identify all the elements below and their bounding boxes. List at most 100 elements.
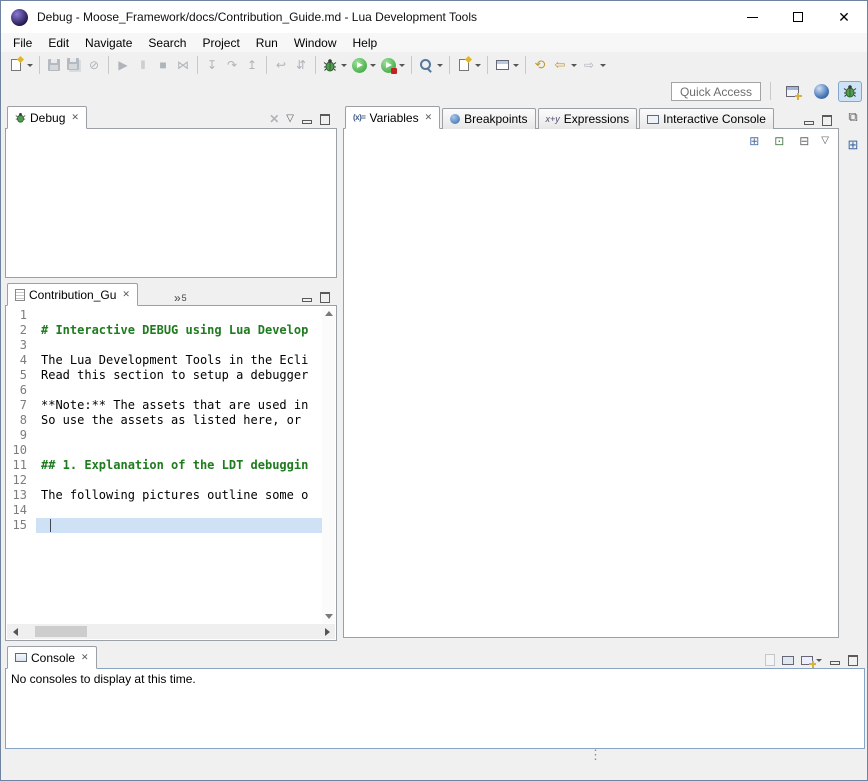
tab-console[interactable]: Console ✕ xyxy=(7,646,97,669)
scrollbar-track[interactable] xyxy=(23,624,319,639)
editor-line[interactable]: 3 xyxy=(6,338,322,353)
scroll-up-icon[interactable] xyxy=(325,311,333,316)
collapse-all-icon[interactable]: ⊟ xyxy=(796,133,812,149)
open-perspective-button[interactable] xyxy=(780,81,804,102)
resume-button[interactable]: ▶ xyxy=(113,54,133,76)
suspend-button[interactable]: ‖ xyxy=(133,54,153,76)
open-console-button[interactable] xyxy=(801,656,822,665)
minimize-view-icon[interactable] xyxy=(829,655,840,666)
drop-to-frame-button[interactable]: ↩ xyxy=(271,54,291,76)
view-menu-icon[interactable]: ▽ xyxy=(821,136,829,146)
menu-help[interactable]: Help xyxy=(345,34,386,52)
sash-handle[interactable]: ⋮ xyxy=(589,750,602,759)
external-tools-button[interactable] xyxy=(378,54,407,76)
use-step-filters-button[interactable]: ⇵ xyxy=(291,54,311,76)
close-icon[interactable]: ✕ xyxy=(122,289,130,300)
disconnect-button[interactable]: ⋈ xyxy=(173,54,193,76)
menu-edit[interactable]: Edit xyxy=(40,34,77,52)
editor-tab-overflow[interactable]: »5 xyxy=(174,293,187,306)
menu-window[interactable]: Window xyxy=(286,34,345,52)
editor-line[interactable]: 14 xyxy=(6,503,322,518)
dropdown-arrow-icon[interactable] xyxy=(437,64,443,67)
minimize-view-icon[interactable] xyxy=(301,114,312,125)
scroll-down-icon[interactable] xyxy=(325,614,333,619)
new-wizard-button[interactable] xyxy=(454,54,483,76)
step-over-button[interactable]: ↷ xyxy=(222,54,242,76)
tab-interactive-console[interactable]: Interactive Console xyxy=(639,108,774,129)
last-edit-location-button[interactable]: ⟲ xyxy=(530,54,550,76)
scrollbar-thumb[interactable] xyxy=(35,626,87,637)
editor-line[interactable]: 5Read this section to setup a debugger xyxy=(6,368,322,383)
clear-console-icon[interactable] xyxy=(765,654,775,666)
dropdown-arrow-icon[interactable] xyxy=(370,64,376,67)
ldt-perspective-button[interactable] xyxy=(809,81,833,102)
maximize-button[interactable] xyxy=(775,1,821,33)
editor-line[interactable]: 11## 1. Explanation of the LDT debuggin xyxy=(6,458,322,473)
tab-contribution-guide[interactable]: Contribution_Gu ✕ xyxy=(7,283,138,306)
maximize-view-icon[interactable] xyxy=(319,114,330,125)
editor-line[interactable]: 6 xyxy=(6,383,322,398)
restore-view-button[interactable]: ⧉ xyxy=(843,107,863,127)
minimize-view-icon[interactable] xyxy=(301,292,312,303)
dropdown-arrow-icon[interactable] xyxy=(600,64,606,67)
search-button[interactable] xyxy=(416,54,445,76)
dropdown-arrow-icon[interactable] xyxy=(513,64,519,67)
menu-search[interactable]: Search xyxy=(140,34,194,52)
debug-perspective-button[interactable] xyxy=(838,81,862,102)
vertical-scrollbar[interactable] xyxy=(322,307,335,623)
step-into-button[interactable]: ↧ xyxy=(202,54,222,76)
close-icon[interactable]: ✕ xyxy=(71,112,79,123)
show-logical-structures-icon[interactable]: ⊞ xyxy=(746,133,762,149)
editor-line[interactable]: 1 xyxy=(6,308,322,323)
dropdown-arrow-icon[interactable] xyxy=(27,64,33,67)
run-button[interactable] xyxy=(349,54,378,76)
horizontal-scrollbar[interactable] xyxy=(7,624,335,639)
editor-text[interactable]: 1 2# Interactive DEBUG using Lua Develop… xyxy=(6,308,322,533)
debug-button[interactable] xyxy=(320,54,349,76)
editor-line-current[interactable]: 15 xyxy=(6,518,322,533)
dropdown-arrow-icon[interactable] xyxy=(399,64,405,67)
tab-variables[interactable]: (x)= Variables ✕ xyxy=(345,106,440,129)
back-button[interactable]: ⇦ xyxy=(550,54,579,76)
console-output[interactable]: No consoles to display at this time. xyxy=(5,668,865,749)
display-console-icon[interactable] xyxy=(782,656,794,665)
save-button[interactable] xyxy=(44,54,64,76)
minimize-view-icon[interactable] xyxy=(803,115,814,126)
close-icon[interactable]: ✕ xyxy=(425,112,433,123)
editor-line[interactable]: 8So use the assets as listed here, or xyxy=(6,413,322,428)
editor-line[interactable]: 2# Interactive DEBUG using Lua Develop xyxy=(6,323,322,338)
tab-breakpoints[interactable]: Breakpoints xyxy=(442,108,535,129)
editor-area[interactable]: 1 2# Interactive DEBUG using Lua Develop… xyxy=(5,305,337,641)
tab-debug[interactable]: Debug ✕ xyxy=(7,106,87,129)
editor-line[interactable]: 9 xyxy=(6,428,322,443)
minimize-button[interactable] xyxy=(729,1,775,33)
forward-button[interactable]: ⇨ xyxy=(579,54,608,76)
maximize-view-icon[interactable] xyxy=(847,655,858,666)
dropdown-arrow-icon[interactable] xyxy=(475,64,481,67)
dropdown-arrow-icon[interactable] xyxy=(816,659,822,662)
new-button[interactable] xyxy=(6,54,35,76)
dropdown-arrow-icon[interactable] xyxy=(341,64,347,67)
view-menu-icon[interactable]: ▽ xyxy=(286,114,294,124)
tab-expressions[interactable]: x+y Expressions xyxy=(538,108,638,129)
remove-all-terminated-icon[interactable]: ✕ xyxy=(269,112,279,126)
menu-project[interactable]: Project xyxy=(194,34,247,52)
maximize-view-icon[interactable] xyxy=(821,115,832,126)
terminate-button[interactable]: ■ xyxy=(153,54,173,76)
quick-access-box[interactable]: Quick Access xyxy=(671,82,761,101)
skip-all-breakpoints-button[interactable]: ⊘ xyxy=(84,54,104,76)
maximize-view-icon[interactable] xyxy=(319,292,330,303)
show-type-names-icon[interactable]: ⊡ xyxy=(771,133,787,149)
save-all-button[interactable] xyxy=(64,54,84,76)
menu-navigate[interactable]: Navigate xyxy=(77,34,140,52)
menu-file[interactable]: File xyxy=(5,34,40,52)
editor-line[interactable]: 10 xyxy=(6,443,322,458)
menu-run[interactable]: Run xyxy=(248,34,286,52)
app-icon[interactable] xyxy=(11,9,28,26)
close-button[interactable]: ✕ xyxy=(821,1,867,33)
editor-line[interactable]: 7**Note:** The assets that are used in xyxy=(6,398,322,413)
dropdown-arrow-icon[interactable] xyxy=(571,64,577,67)
close-icon[interactable]: ✕ xyxy=(81,652,89,663)
editor-line[interactable]: 13The following pictures outline some o xyxy=(6,488,322,503)
fast-view-button[interactable]: ⊞ xyxy=(843,135,863,155)
